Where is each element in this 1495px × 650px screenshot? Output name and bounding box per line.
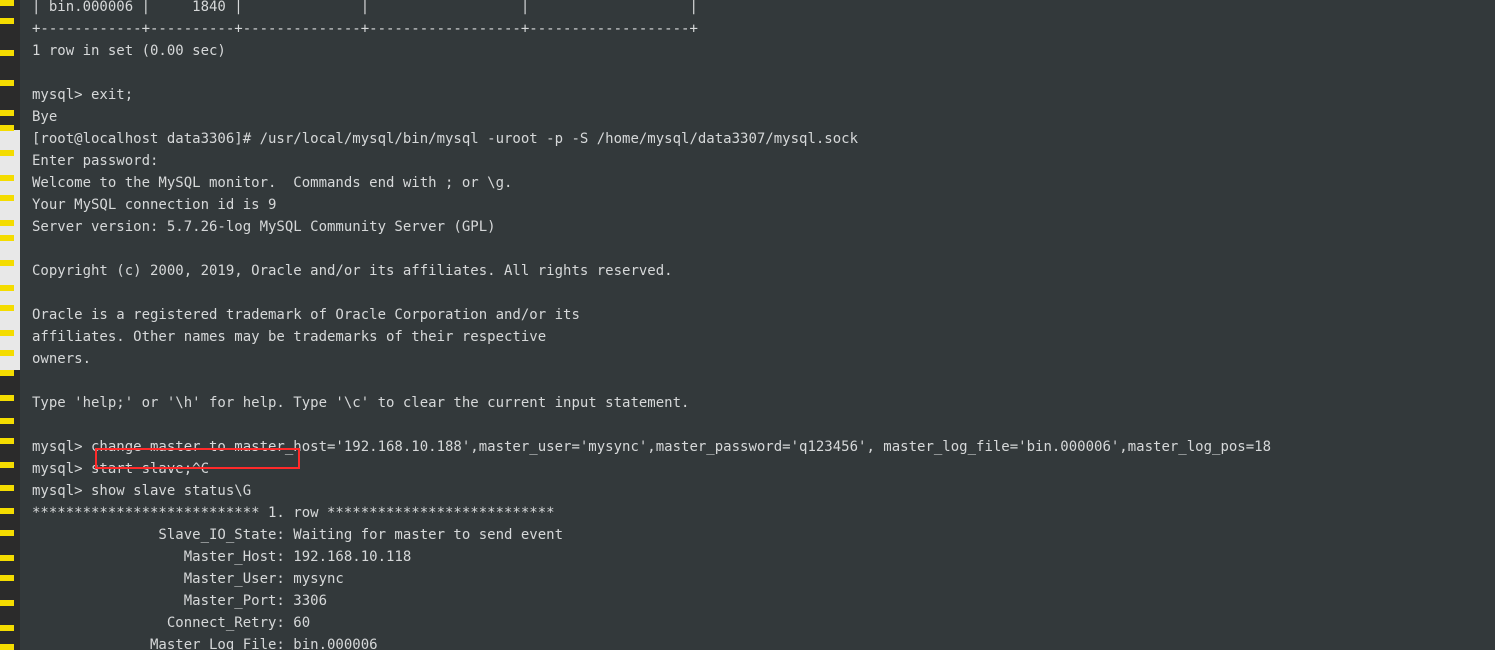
minimap-change-marker — [0, 555, 14, 561]
terminal-line: Slave_IO_State: Waiting for master to se… — [32, 524, 563, 546]
terminal-line: mysql> exit; — [32, 84, 133, 106]
terminal-line: +------------+----------+--------------+… — [32, 18, 698, 40]
terminal-line: owners. — [32, 348, 91, 370]
minimap-change-marker — [0, 418, 14, 424]
terminal-line: Type 'help;' or '\h' for help. Type '\c'… — [32, 392, 689, 414]
minimap-change-marker — [0, 330, 14, 336]
minimap-change-marker — [0, 462, 14, 468]
minimap-change-marker — [0, 80, 14, 86]
terminal-window: | bin.000006 | 1840 | | | |+------------… — [0, 0, 1495, 650]
terminal-line: Bye — [32, 106, 57, 128]
minimap-change-marker — [0, 508, 14, 514]
minimap-change-marker — [0, 235, 14, 241]
terminal-line: | bin.000006 | 1840 | | | | — [32, 0, 698, 18]
minimap-change-marker — [0, 485, 14, 491]
minimap-change-marker — [0, 395, 14, 401]
minimap-change-marker — [0, 260, 14, 266]
terminal-line: Master_Log_File: bin.000006 — [32, 634, 378, 650]
terminal-line: mysql> show slave status\G — [32, 480, 251, 502]
terminal-line: Master_Host: 192.168.10.118 — [32, 546, 411, 568]
terminal-line: Your MySQL connection id is 9 — [32, 194, 276, 216]
terminal-line: Oracle is a registered trademark of Orac… — [32, 304, 580, 326]
terminal-line: mysql> change master to master_host='192… — [32, 436, 1271, 458]
terminal-line: *************************** 1. row *****… — [32, 502, 555, 524]
minimap-change-marker — [0, 530, 14, 536]
minimap-change-marker — [0, 110, 14, 116]
terminal-line: Master_Port: 3306 — [32, 590, 327, 612]
terminal-line: mysql> start slave;^C — [32, 458, 209, 480]
minimap-change-marker — [0, 575, 14, 581]
minimap[interactable] — [0, 0, 20, 650]
gutter — [20, 0, 32, 650]
minimap-change-marker — [0, 644, 14, 650]
terminal-line: affiliates. Other names may be trademark… — [32, 326, 546, 348]
terminal-line: Connect_Retry: 60 — [32, 612, 310, 634]
minimap-change-marker — [0, 195, 14, 201]
terminal-line: Server version: 5.7.26-log MySQL Communi… — [32, 216, 496, 238]
minimap-change-marker — [0, 220, 14, 226]
minimap-change-marker — [0, 438, 14, 444]
terminal-line: Enter password: — [32, 150, 167, 172]
minimap-change-marker — [0, 285, 14, 291]
minimap-change-marker — [0, 600, 14, 606]
minimap-change-marker — [0, 0, 14, 6]
minimap-change-marker — [0, 18, 14, 24]
minimap-change-marker — [0, 370, 14, 376]
minimap-change-marker — [0, 175, 14, 181]
minimap-change-marker — [0, 50, 14, 56]
terminal-line: Copyright (c) 2000, 2019, Oracle and/or … — [32, 260, 673, 282]
terminal-line: [root@localhost data3306]# /usr/local/my… — [32, 128, 858, 150]
terminal-line: Master_User: mysync — [32, 568, 344, 590]
terminal-line: Welcome to the MySQL monitor. Commands e… — [32, 172, 512, 194]
minimap-change-marker — [0, 305, 14, 311]
terminal-line: 1 row in set (0.00 sec) — [32, 40, 226, 62]
minimap-change-marker — [0, 350, 14, 356]
terminal-output[interactable]: | bin.000006 | 1840 | | | |+------------… — [32, 0, 1495, 650]
minimap-change-marker — [0, 125, 14, 131]
minimap-change-marker — [0, 150, 14, 156]
minimap-change-marker — [0, 625, 14, 631]
